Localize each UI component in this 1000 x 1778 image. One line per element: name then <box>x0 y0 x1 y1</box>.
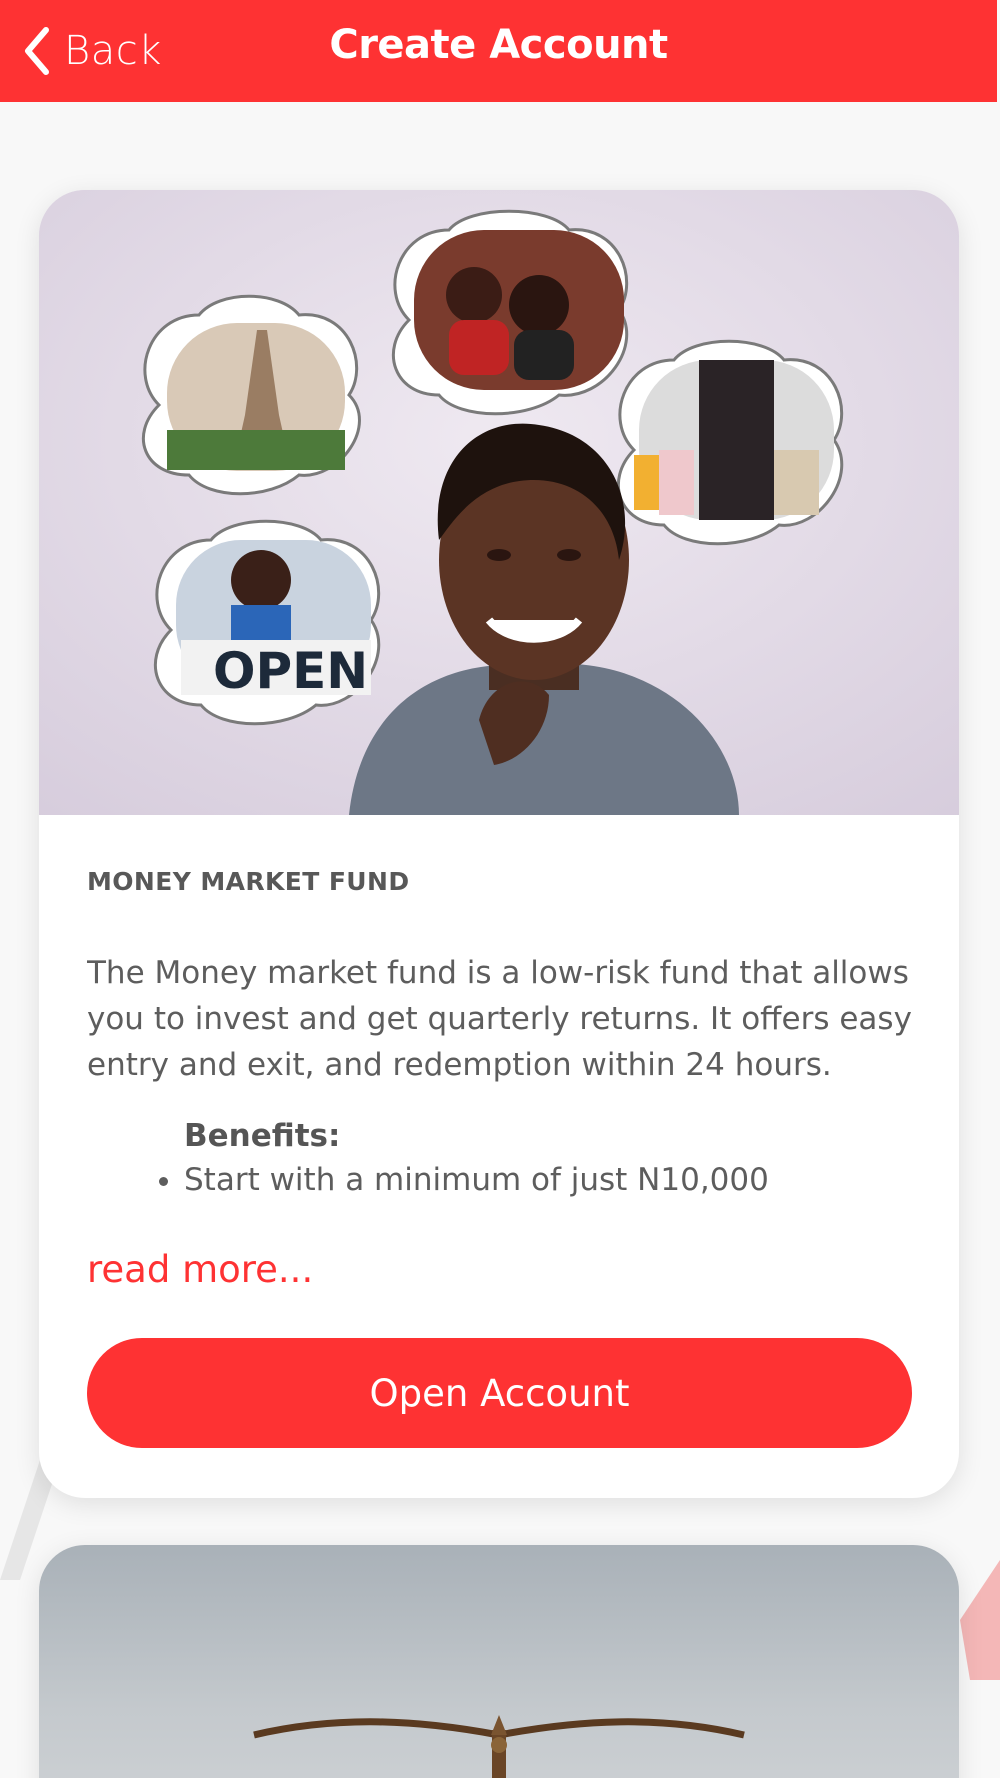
benefits-heading: Benefits: <box>184 1118 341 1154</box>
benefit-item: Start with a minimum of just N10,000 <box>184 1162 927 1198</box>
page-title: Create Account <box>329 22 668 68</box>
fund-card-2 <box>39 1545 959 1778</box>
fund-description: The Money market fund is a low-risk fund… <box>87 955 912 1083</box>
read-more-link[interactable]: read more... <box>87 1248 313 1291</box>
fund-description-clip: The Money market fund is a low-risk fund… <box>87 950 927 1238</box>
fund-card-content: MONEY MARKET FUND The Money market fund … <box>39 815 959 1498</box>
scales-of-justice-image <box>253 1715 745 1778</box>
open-account-button[interactable]: Open Account <box>87 1338 912 1448</box>
woman-thinking-illustration: OPEN <box>39 190 959 815</box>
fund-illustration-image: OPEN <box>39 190 959 815</box>
benefits-section: Benefits: Start with a minimum of just N… <box>87 1118 927 1198</box>
open-sign-text: OPEN <box>213 642 368 700</box>
top-app-bar: Back Create Account <box>0 0 997 102</box>
fund-title: MONEY MARKET FUND <box>87 867 410 896</box>
